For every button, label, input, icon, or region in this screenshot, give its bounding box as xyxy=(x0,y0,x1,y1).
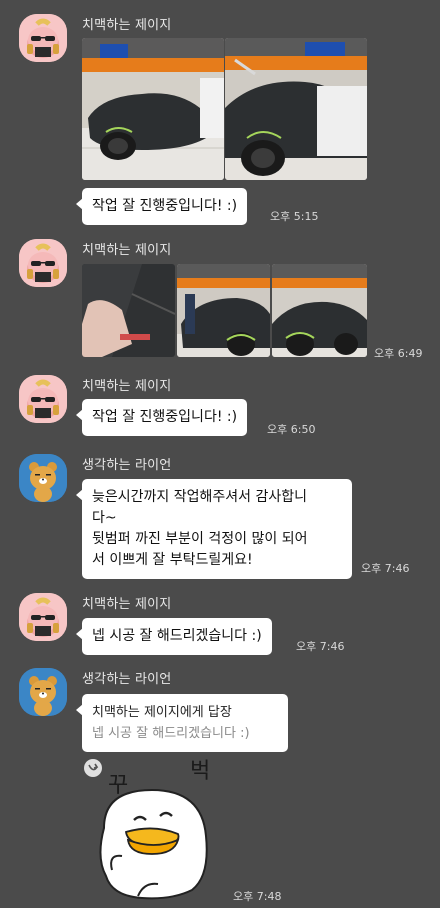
avatar[interactable] xyxy=(19,14,67,62)
reply-bubble[interactable]: 치맥하는 제이지에게 답장 넵 시공 잘 해드리겠습니다 :) xyxy=(76,694,288,752)
message-group: 생각하는 라이언 늦은시간까지 작업해주셔서 감사합니 다~ 뒷범퍼 까진 부분… xyxy=(0,452,440,580)
message-line: 서 이쁘게 잘 부탁드릴게요! xyxy=(92,552,253,568)
message-group: 생각하는 라이언 치맥하는 제이지에게 답장 넵 시공 잘 해드리겠습니다 :)… xyxy=(0,666,440,908)
photo-thumbnail[interactable] xyxy=(82,264,175,357)
message-bubble[interactable]: 작업 잘 진행중입니다! :) xyxy=(75,188,248,225)
message-time: 오후 6:49 xyxy=(374,347,423,360)
message-group: 치맥하는 제이지 xyxy=(0,236,440,366)
message-group: 치맥하는 제이지 xyxy=(0,0,440,230)
message-bubble[interactable]: 작업 잘 진행중입니다! :) xyxy=(75,399,248,436)
message-group: 치맥하는 제이지 작업 잘 진행중입니다! :) 오후 6:50 xyxy=(0,372,440,442)
ryan-avatar-icon xyxy=(19,668,67,716)
apeach-avatar-icon xyxy=(19,593,67,641)
sender-name: 치맥하는 제이지 xyxy=(82,18,172,33)
sender-name: 치맥하는 제이지 xyxy=(82,379,172,394)
car-photo-image xyxy=(82,38,224,180)
message-line: 다~ xyxy=(92,510,117,526)
message-line: 뒷범퍼 까진 부분이 걱정이 많이 되어 xyxy=(92,531,308,547)
photo-thumbnail[interactable] xyxy=(82,38,224,180)
message-time: 오후 5:15 xyxy=(270,210,319,223)
apeach-avatar-icon xyxy=(19,239,67,287)
avatar[interactable] xyxy=(19,239,67,287)
apeach-avatar-icon xyxy=(19,375,67,423)
sticker-text-right: 벅 xyxy=(190,759,210,784)
duck-sticker-image: 꾸 벅 xyxy=(84,759,210,900)
sender-name: 생각하는 라이언 xyxy=(82,672,172,687)
sender-name: 생각하는 라이언 xyxy=(82,458,172,473)
avatar[interactable] xyxy=(19,593,67,641)
message-text: 넵 시공 잘 해드리겠습니다 :) xyxy=(92,628,262,644)
message-time: 오후 7:46 xyxy=(361,562,410,575)
message-time: 오후 6:50 xyxy=(267,423,316,436)
ryan-avatar-icon xyxy=(19,454,67,502)
message-time: 오후 7:46 xyxy=(296,640,345,653)
car-photo-image xyxy=(225,38,367,180)
message-time: 오후 7:48 xyxy=(233,890,282,903)
avatar[interactable] xyxy=(19,454,67,502)
apeach-avatar-icon xyxy=(19,14,67,62)
message-line: 늦은시간까지 작업해주셔서 감사합니 xyxy=(92,489,307,505)
sender-name: 치맥하는 제이지 xyxy=(82,597,172,612)
photo-thumbnail[interactable] xyxy=(225,38,367,180)
message-text: 작업 잘 진행중입니다! :) xyxy=(92,198,238,214)
photo-thumbnail[interactable] xyxy=(177,264,270,357)
car-photo-image xyxy=(82,264,175,357)
car-photo-image xyxy=(272,264,367,357)
quoted-text: 넵 시공 잘 해드리겠습니다 :) xyxy=(92,726,250,741)
message-bubble[interactable]: 늦은시간까지 작업해주셔서 감사합니 다~ 뒷범퍼 까진 부분이 걱정이 많이 … xyxy=(76,479,352,579)
message-text: 작업 잘 진행중입니다! :) xyxy=(92,409,238,425)
avatar[interactable] xyxy=(19,375,67,423)
photo-thumbnail[interactable] xyxy=(272,264,367,357)
message-group: 치맥하는 제이지 넵 시공 잘 해드리겠습니다 :) 오후 7:46 xyxy=(0,590,440,660)
reply-to-label: 치맥하는 제이지에게 답장 xyxy=(92,705,232,720)
car-photo-image xyxy=(177,264,270,357)
sender-name: 치맥하는 제이지 xyxy=(82,243,172,258)
sticker[interactable]: 꾸 벅 xyxy=(82,758,232,904)
avatar[interactable] xyxy=(19,668,67,716)
message-bubble[interactable]: 넵 시공 잘 해드리겠습니다 :) xyxy=(76,618,272,655)
